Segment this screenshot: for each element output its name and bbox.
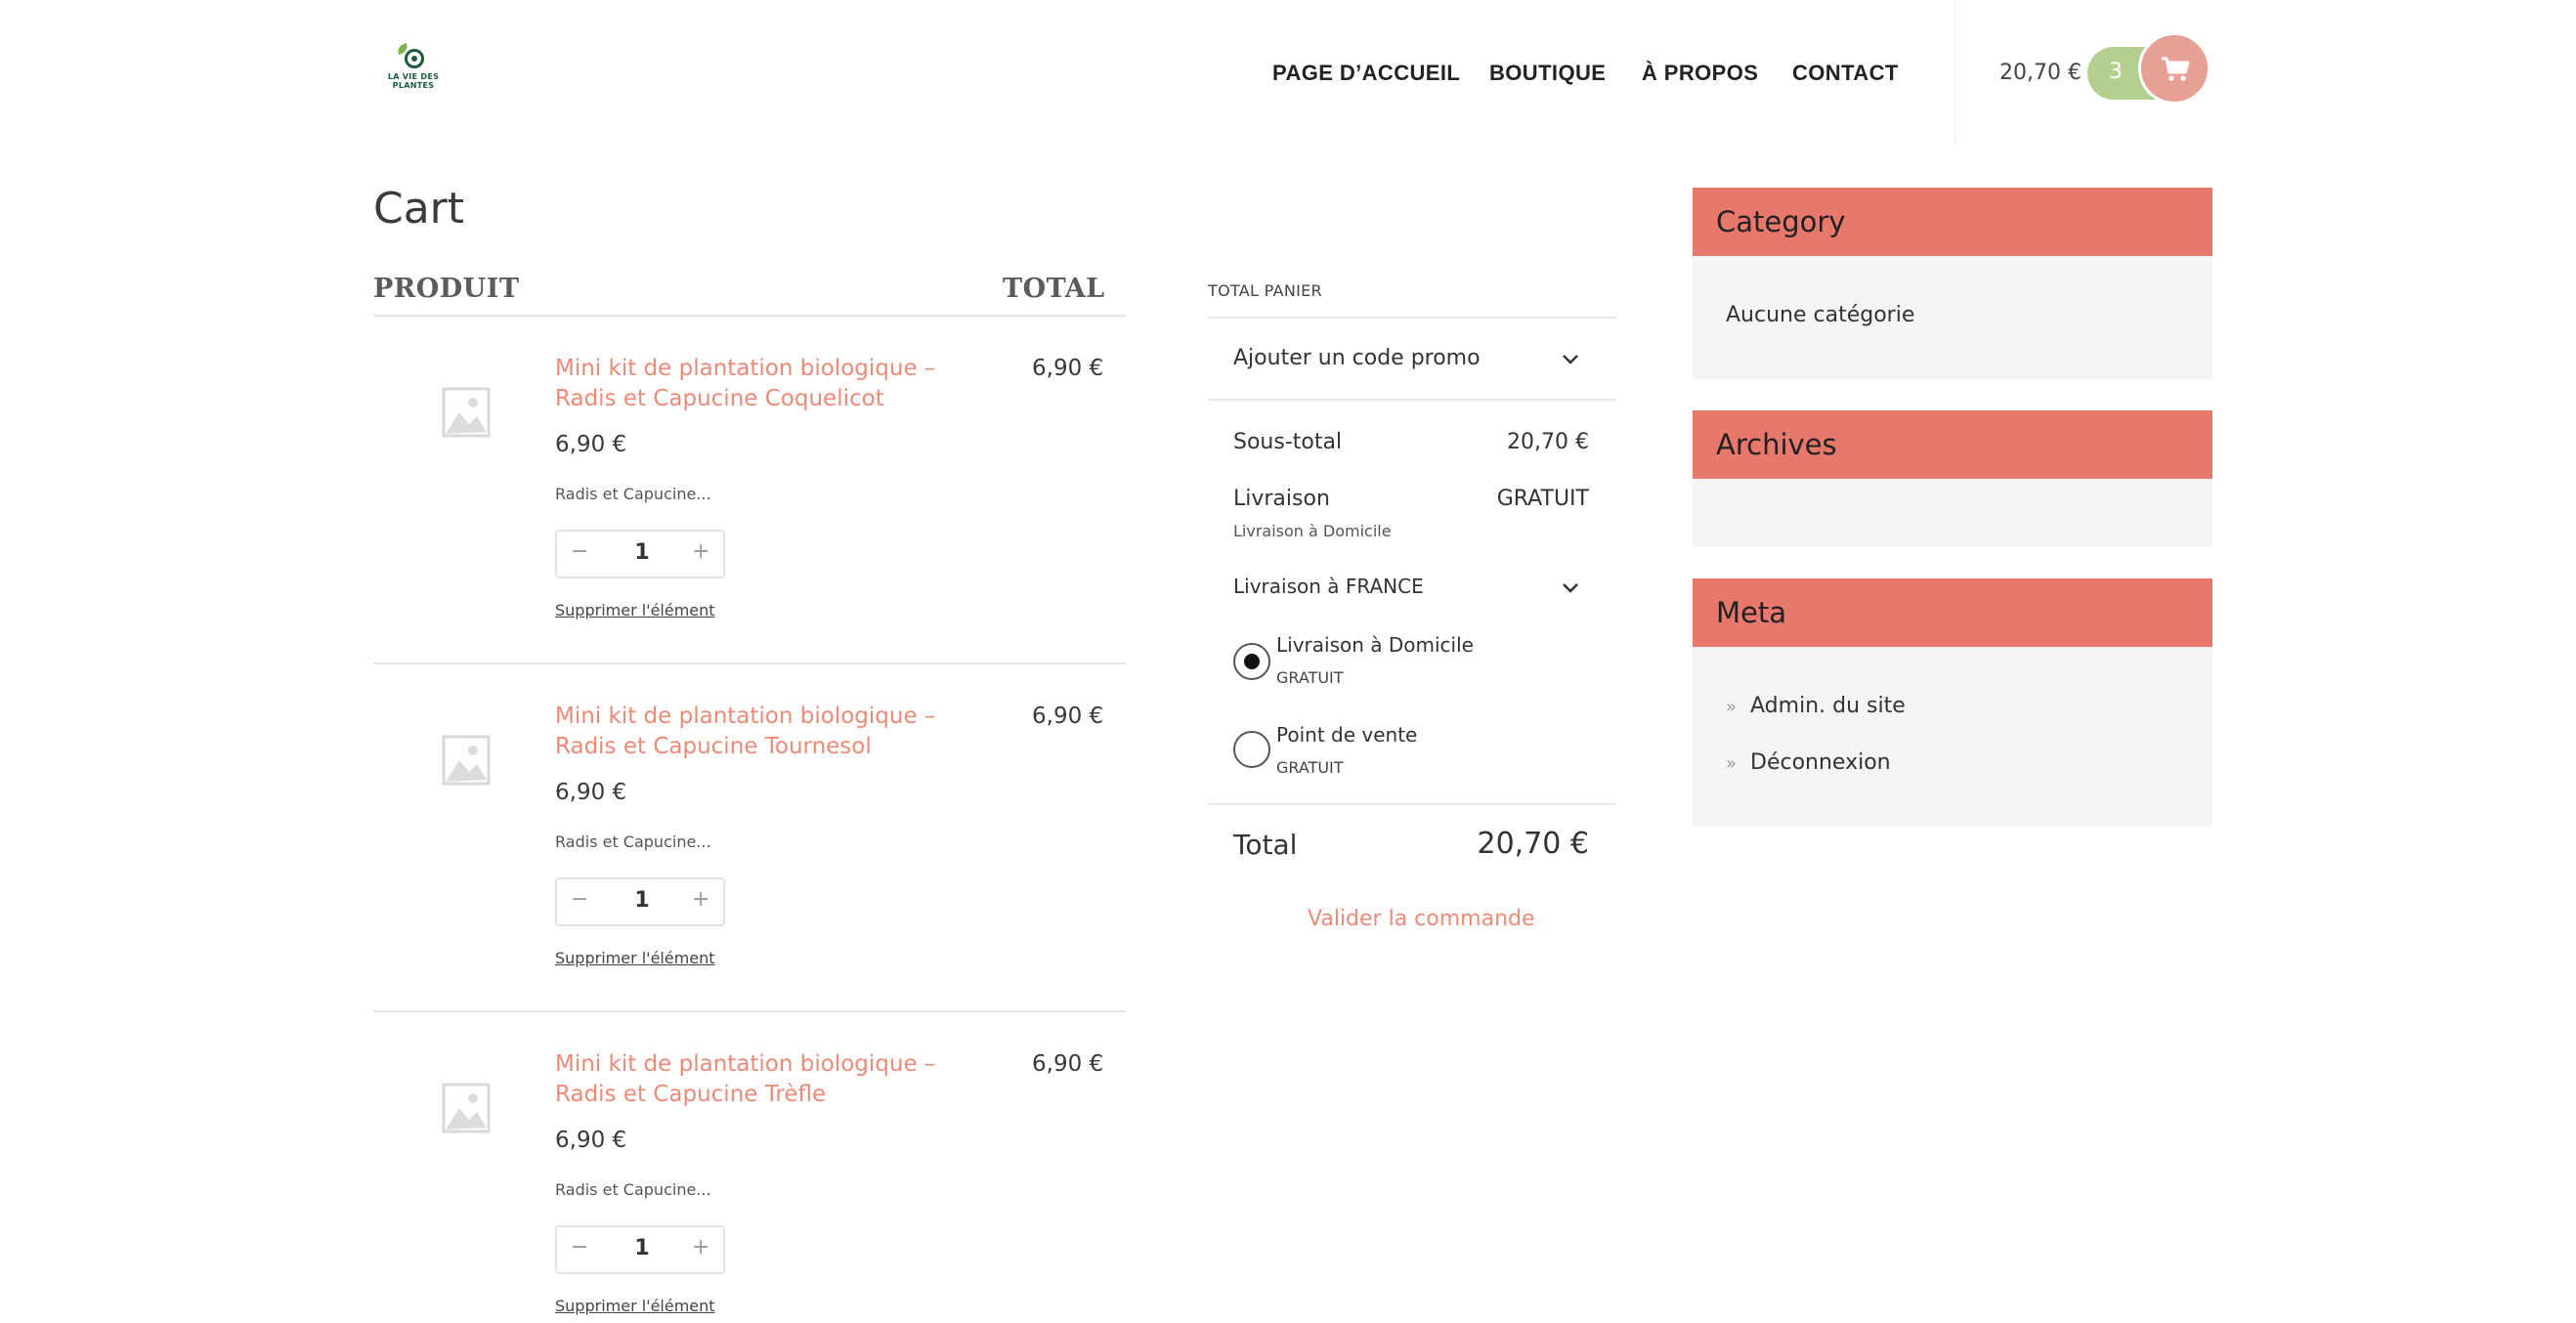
widget-archives-title: Archives xyxy=(1716,428,1837,461)
item-subtitle: Radis et Capucine... xyxy=(555,485,711,503)
item-price: 6,90 € xyxy=(555,780,627,805)
item-title-link[interactable]: Mini kit de plantation biologique – Radi… xyxy=(555,1049,966,1110)
shipping-country-toggle[interactable]: Livraison à FRANCE xyxy=(1233,575,1424,598)
qty-decrease-button[interactable]: − xyxy=(571,1235,588,1259)
promo-code-toggle[interactable]: Ajouter un code promo xyxy=(1233,346,1481,370)
nav-item-home[interactable]: PAGE D’ACCUEIL xyxy=(1272,61,1460,86)
qty-increase-button[interactable]: + xyxy=(692,1235,709,1259)
qty-increase-button[interactable]: + xyxy=(692,887,709,912)
order-total-value: 20,70 € xyxy=(1477,827,1589,861)
nav-item-contact[interactable]: CONTACT xyxy=(1792,61,1899,86)
column-header-total: TOTAL xyxy=(1003,274,1105,304)
image-placeholder-icon xyxy=(442,1083,491,1133)
qty-input[interactable]: 1 xyxy=(625,1236,659,1260)
widget-archives: Archives xyxy=(1693,410,2212,547)
shipping-value: GRATUIT xyxy=(1496,487,1589,511)
header-cart-button[interactable] xyxy=(2138,32,2211,105)
logo-text: LA VIE DES PLANTES xyxy=(387,72,440,90)
qty-input[interactable]: 1 xyxy=(625,540,659,565)
cart-count: 3 xyxy=(2109,60,2123,84)
header-cart-total[interactable]: 20,70 € xyxy=(1999,61,2082,85)
item-subtitle: Radis et Capucine... xyxy=(555,832,711,851)
shipping-option-home-label[interactable]: Livraison à Domicile xyxy=(1276,633,1474,657)
shipping-option-pickup-radio[interactable] xyxy=(1233,731,1270,768)
qty-decrease-button[interactable]: − xyxy=(571,539,588,564)
cart-item: Mini kit de plantation biologique – Radi… xyxy=(373,1012,1126,1323)
totals-divider xyxy=(1208,803,1616,805)
item-price: 6,90 € xyxy=(555,1128,627,1153)
cart-icon xyxy=(2162,57,2190,81)
item-title-link[interactable]: Mini kit de plantation biologique – Radi… xyxy=(555,354,966,414)
site-logo[interactable]: LA VIE DES PLANTES xyxy=(387,41,440,96)
chevron-down-icon[interactable] xyxy=(1562,354,1579,365)
cart-totals-heading: TOTAL PANIER xyxy=(1208,281,1322,300)
subtotal-value: 20,70 € xyxy=(1507,430,1589,454)
site-header: LA VIE DES PLANTES PAGE D’ACCUEIL BOUTIQ… xyxy=(0,0,2576,147)
item-title-link[interactable]: Mini kit de plantation biologique – Radi… xyxy=(555,702,966,762)
cart-item: Mini kit de plantation biologique – Radi… xyxy=(373,664,1126,1011)
order-total-label: Total xyxy=(1233,829,1298,861)
shipping-method: Livraison à Domicile xyxy=(1233,522,1392,540)
shipping-option-pickup-label[interactable]: Point de vente xyxy=(1276,723,1417,747)
remove-item-link[interactable]: Supprimer l'élément xyxy=(555,601,715,619)
item-total: 6,90 € xyxy=(1032,704,1104,729)
meta-link-admin-label: Admin. du site xyxy=(1750,694,1906,718)
image-placeholder-icon xyxy=(442,387,491,438)
image-placeholder-icon xyxy=(442,735,491,786)
cart-item: Mini kit de plantation biologique – Radi… xyxy=(373,317,1126,663)
shipping-option-pickup-price: GRATUIT xyxy=(1276,758,1344,777)
widget-category-header: Category xyxy=(1693,188,2212,256)
item-subtitle: Radis et Capucine... xyxy=(555,1180,711,1199)
shipping-option-home-price: GRATUIT xyxy=(1276,668,1344,687)
totals-divider xyxy=(1208,317,1616,319)
page-title: Cart xyxy=(373,184,465,234)
chevron-right-icon: » xyxy=(1726,753,1738,774)
totals-divider xyxy=(1208,399,1616,401)
chevron-right-icon: » xyxy=(1726,697,1738,717)
qty-increase-button[interactable]: + xyxy=(692,539,709,564)
checkout-button[interactable]: Valider la commande xyxy=(1308,907,1535,931)
meta-link-logout[interactable]: » Déconnexion xyxy=(1726,750,1891,775)
widget-meta-title: Meta xyxy=(1716,596,1787,629)
qty-input[interactable]: 1 xyxy=(625,888,659,913)
shipping-option-home-radio[interactable] xyxy=(1233,643,1270,680)
no-category-text: Aucune catégorie xyxy=(1726,303,1915,327)
meta-link-logout-label: Déconnexion xyxy=(1750,750,1891,775)
nav-item-shop[interactable]: BOUTIQUE xyxy=(1489,61,1606,86)
item-total: 6,90 € xyxy=(1032,356,1104,381)
column-header-product: PRODUIT xyxy=(373,274,520,304)
quantity-stepper: − 1 + xyxy=(555,1225,725,1274)
item-price: 6,90 € xyxy=(555,432,627,457)
widget-meta-header: Meta xyxy=(1693,578,2212,647)
nav-item-about[interactable]: À PROPOS xyxy=(1642,61,1758,86)
remove-item-link[interactable]: Supprimer l'élément xyxy=(555,949,715,967)
shipping-label: Livraison xyxy=(1233,487,1330,511)
widget-category: Category Aucune catégorie xyxy=(1693,188,2212,379)
remove-item-link[interactable]: Supprimer l'élément xyxy=(555,1297,715,1315)
quantity-stepper: − 1 + xyxy=(555,877,725,926)
qty-decrease-button[interactable]: − xyxy=(571,887,588,912)
item-total: 6,90 € xyxy=(1032,1051,1104,1077)
subtotal-label: Sous-total xyxy=(1233,430,1343,454)
meta-link-admin[interactable]: » Admin. du site xyxy=(1726,694,1906,718)
chevron-down-icon[interactable] xyxy=(1562,582,1579,594)
widget-meta: Meta » Admin. du site » Déconnexion xyxy=(1693,578,2212,827)
widget-archives-header: Archives xyxy=(1693,410,2212,479)
quantity-stepper: − 1 + xyxy=(555,530,725,578)
logo-icon xyxy=(405,49,424,68)
widget-category-title: Category xyxy=(1716,205,1846,238)
header-divider xyxy=(1954,0,1955,145)
